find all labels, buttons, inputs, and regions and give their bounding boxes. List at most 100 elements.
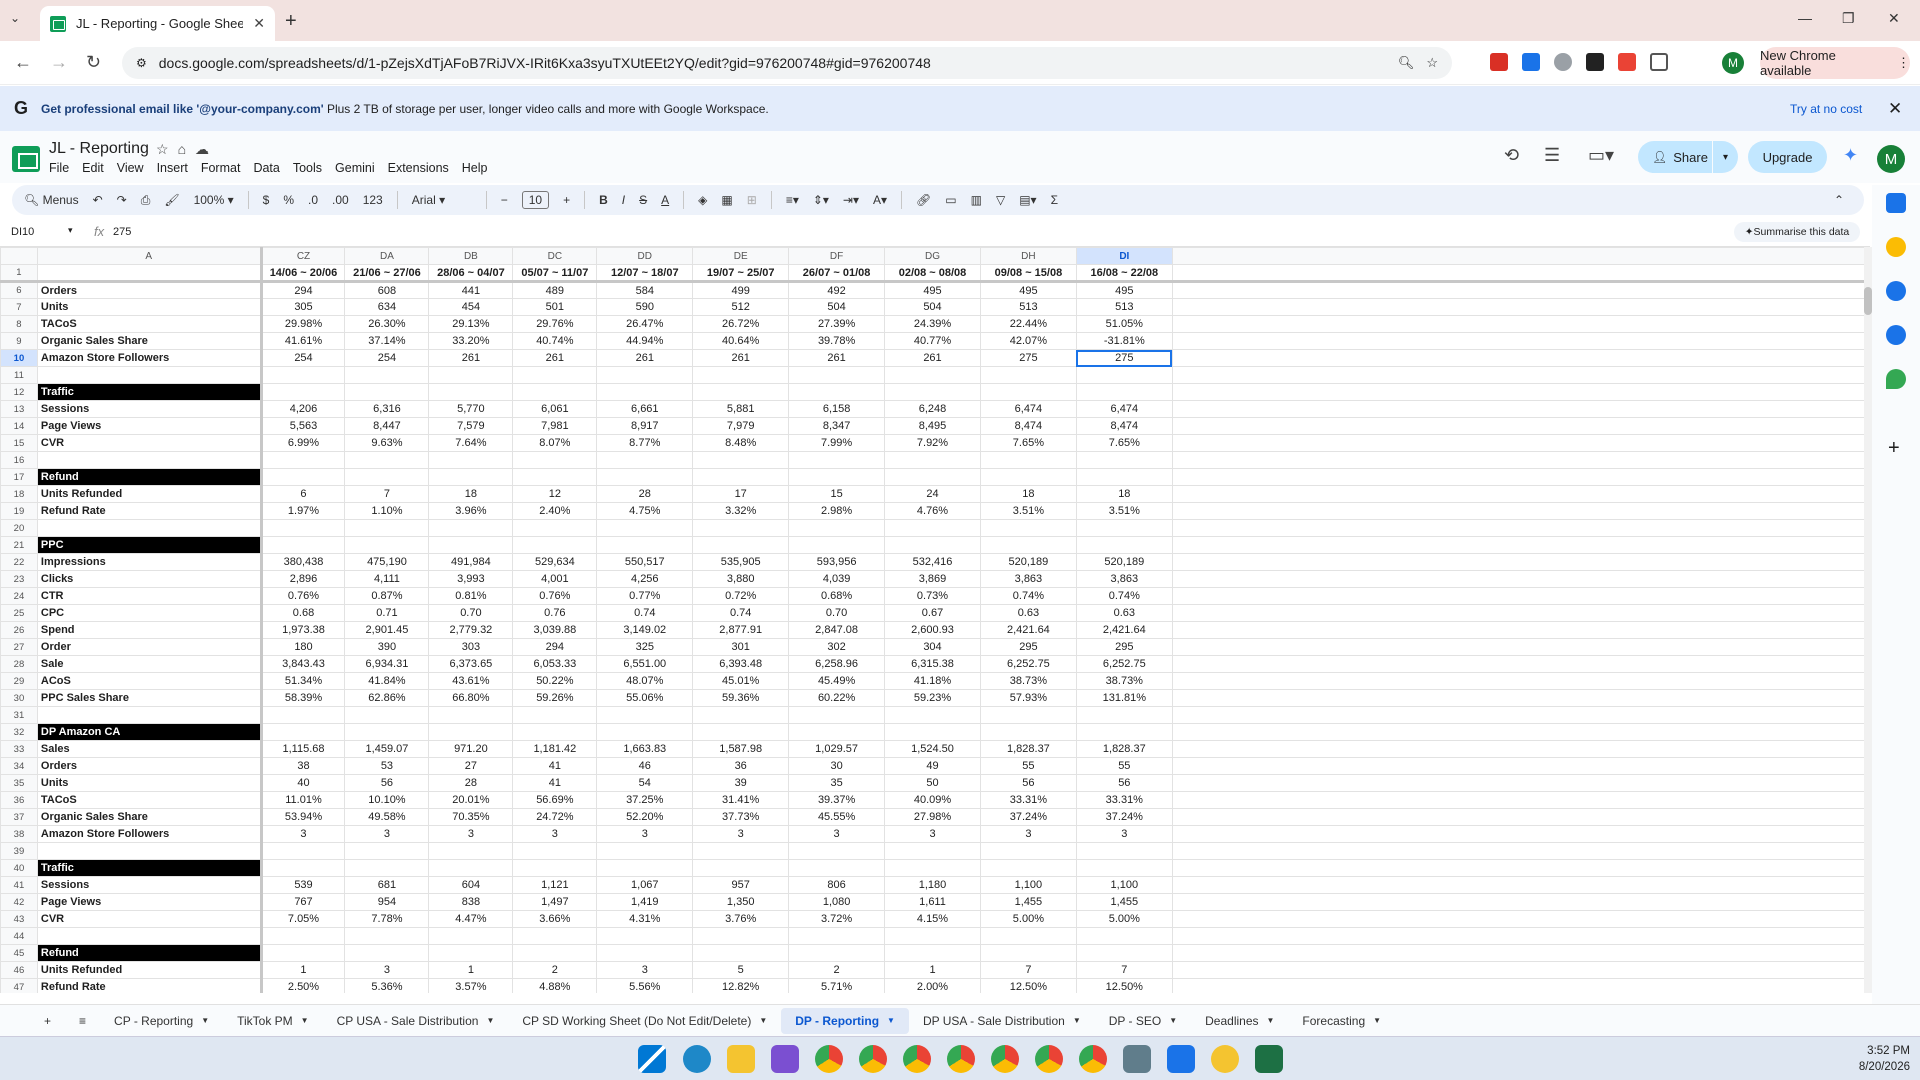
contacts-icon[interactable] bbox=[1886, 325, 1906, 345]
data-cell[interactable] bbox=[260, 944, 346, 962]
data-cell[interactable] bbox=[596, 944, 694, 962]
empty-cell[interactable] bbox=[1171, 485, 1870, 503]
close-window-icon[interactable]: ✕ bbox=[1888, 10, 1900, 27]
new-tab-icon[interactable]: + bbox=[285, 10, 297, 33]
data-cell[interactable]: 504 bbox=[788, 298, 886, 316]
empty-cell[interactable] bbox=[1171, 825, 1870, 843]
empty-cell[interactable] bbox=[1171, 264, 1870, 283]
data-cell[interactable] bbox=[1075, 859, 1173, 877]
data-cell[interactable]: 0.68% bbox=[788, 587, 886, 605]
data-cell[interactable]: 28 bbox=[596, 485, 694, 503]
data-cell[interactable]: 7 bbox=[979, 961, 1077, 979]
data-cell[interactable]: 1,587.98 bbox=[692, 740, 790, 758]
data-cell[interactable] bbox=[979, 944, 1077, 962]
extension-icon[interactable] bbox=[1522, 53, 1540, 71]
data-cell[interactable] bbox=[596, 927, 694, 945]
data-cell[interactable]: 295 bbox=[979, 638, 1077, 656]
data-cell[interactable] bbox=[512, 944, 598, 962]
menu-gemini[interactable]: Gemini bbox=[335, 161, 375, 175]
data-cell[interactable] bbox=[692, 842, 790, 860]
name-box[interactable]: DI10 bbox=[11, 226, 34, 238]
data-cell[interactable]: 1,121 bbox=[512, 876, 598, 894]
row-header[interactable]: 46 bbox=[0, 961, 38, 979]
row-label-cell[interactable]: CTR bbox=[36, 587, 263, 605]
empty-cell[interactable] bbox=[1171, 400, 1870, 418]
row-label-cell[interactable]: Amazon Store Followers bbox=[36, 825, 263, 843]
extensions-puzzle-icon[interactable] bbox=[1650, 53, 1668, 71]
data-cell[interactable]: 49 bbox=[884, 757, 981, 775]
sheets-logo-icon[interactable] bbox=[12, 146, 40, 172]
data-cell[interactable]: 302 bbox=[788, 638, 886, 656]
minimize-icon[interactable]: — bbox=[1798, 10, 1812, 26]
data-cell[interactable] bbox=[512, 706, 598, 724]
file-explorer-icon[interactable] bbox=[727, 1045, 755, 1073]
data-cell[interactable]: 9.63% bbox=[344, 434, 430, 452]
empty-cell[interactable] bbox=[1171, 740, 1870, 758]
data-cell[interactable]: 7.99% bbox=[788, 434, 886, 452]
data-cell[interactable]: 3,863 bbox=[1075, 570, 1173, 588]
data-cell[interactable]: 51.34% bbox=[260, 672, 346, 690]
data-cell[interactable]: 520,189 bbox=[979, 553, 1077, 571]
row-label-cell[interactable]: Amazon Store Followers bbox=[36, 349, 263, 367]
empty-cell[interactable] bbox=[1171, 638, 1870, 656]
data-cell[interactable]: 3 bbox=[1075, 825, 1173, 843]
data-cell[interactable]: 0.81% bbox=[428, 587, 514, 605]
row-label-cell[interactable]: Orders bbox=[36, 281, 263, 299]
data-cell[interactable]: 39 bbox=[692, 774, 790, 792]
data-cell[interactable] bbox=[596, 519, 694, 537]
close-tab-icon[interactable]: ✕ bbox=[253, 15, 265, 32]
data-cell[interactable]: 6,053.33 bbox=[512, 655, 598, 673]
empty-cell[interactable] bbox=[1171, 519, 1870, 537]
row-label-cell[interactable]: CVR bbox=[36, 434, 263, 452]
select-all-corner[interactable] bbox=[0, 247, 38, 265]
back-icon[interactable]: ← bbox=[14, 52, 32, 73]
vertical-scrollbar[interactable] bbox=[1864, 247, 1872, 993]
data-cell[interactable]: 7.78% bbox=[344, 910, 430, 928]
data-cell[interactable]: 7,979 bbox=[692, 417, 790, 435]
data-cell[interactable]: 806 bbox=[788, 876, 886, 894]
data-cell[interactable]: 590 bbox=[596, 298, 694, 316]
row-label-cell[interactable]: Orders bbox=[36, 757, 263, 775]
system-clock[interactable]: 3:52 PM 8/20/2026 bbox=[1840, 1043, 1910, 1075]
data-cell[interactable]: 513 bbox=[979, 298, 1077, 316]
data-cell[interactable]: 0.74 bbox=[596, 604, 694, 622]
data-cell[interactable]: 325 bbox=[596, 638, 694, 656]
data-cell[interactable]: 6 bbox=[260, 485, 346, 503]
data-cell[interactable]: 1,180 bbox=[884, 876, 981, 894]
data-cell[interactable]: 3.72% bbox=[788, 910, 886, 928]
data-cell[interactable] bbox=[1075, 451, 1173, 469]
empty-cell[interactable] bbox=[1171, 672, 1870, 690]
data-cell[interactable]: 957 bbox=[692, 876, 790, 894]
data-cell[interactable] bbox=[260, 451, 346, 469]
empty-cell[interactable] bbox=[1171, 570, 1870, 588]
row-header[interactable]: 41 bbox=[0, 876, 38, 894]
data-cell[interactable]: 131.81% bbox=[1075, 689, 1173, 707]
data-cell[interactable]: 7,579 bbox=[428, 417, 514, 435]
menu-help[interactable]: Help bbox=[462, 161, 488, 175]
data-cell[interactable]: 52.20% bbox=[596, 808, 694, 826]
row-label-cell[interactable]: PPC Sales Share bbox=[36, 689, 263, 707]
data-cell[interactable]: 3 bbox=[260, 825, 346, 843]
row-header[interactable]: 42 bbox=[0, 893, 38, 911]
data-cell[interactable] bbox=[788, 536, 886, 554]
insert-chart-icon[interactable]: ▥ bbox=[971, 193, 982, 207]
data-cell[interactable] bbox=[344, 842, 430, 860]
data-cell[interactable]: 180 bbox=[260, 638, 346, 656]
data-cell[interactable]: 24 bbox=[884, 485, 981, 503]
calendar-icon[interactable] bbox=[1886, 193, 1906, 213]
data-cell[interactable]: 26/07 ~ 01/08 bbox=[788, 264, 886, 283]
data-cell[interactable] bbox=[1075, 383, 1173, 401]
data-cell[interactable]: 59.26% bbox=[512, 689, 598, 707]
spreadsheet-grid[interactable]: A CZ DA DB DC DD DE DF DG DH DI 1 14/06 ~ 20/06 21/0… bbox=[0, 247, 1870, 993]
empty-cell[interactable] bbox=[1171, 808, 1870, 826]
row-header[interactable]: 32 bbox=[0, 723, 38, 741]
row-label-cell[interactable]: TACoS bbox=[36, 791, 263, 809]
empty-cell[interactable] bbox=[1171, 502, 1870, 520]
empty-cell[interactable] bbox=[1171, 349, 1870, 367]
cloud-status-icon[interactable]: ☁ bbox=[195, 141, 209, 158]
data-cell[interactable]: 12.82% bbox=[692, 978, 790, 993]
data-cell[interactable]: 504 bbox=[884, 298, 981, 316]
data-cell[interactable] bbox=[596, 366, 694, 384]
data-cell[interactable]: 261 bbox=[596, 349, 694, 367]
empty-cell[interactable] bbox=[1171, 332, 1870, 350]
